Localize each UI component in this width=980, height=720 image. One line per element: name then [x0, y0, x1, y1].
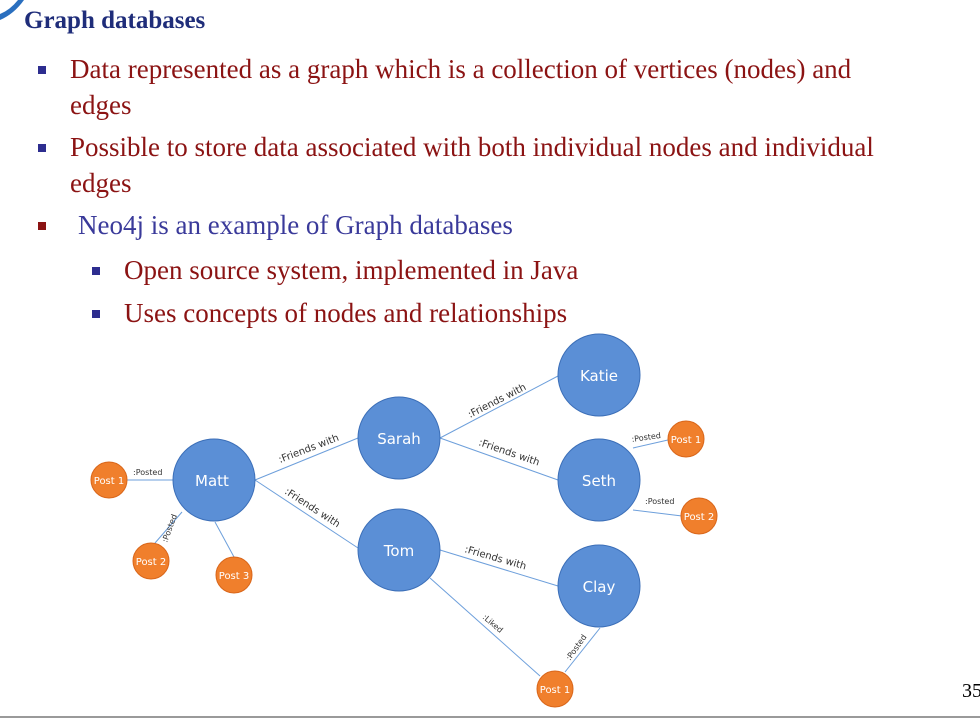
relationship-label: :Friends with [477, 437, 541, 468]
node-label-seth: Seth [582, 472, 616, 490]
node-label-post: Post 1 [540, 685, 570, 696]
node-label-clay: Clay [583, 578, 616, 596]
relationship-label: :Friends with [282, 486, 341, 530]
relationship-label: :Posted [160, 513, 179, 544]
node-label-matt: Matt [195, 472, 229, 490]
node-label-sarah: Sarah [377, 430, 421, 448]
relationship-label: :Friends with [466, 382, 528, 421]
relationship-label: :Liked [481, 613, 505, 635]
edge-matt-post3 [214, 521, 235, 558]
bottom-divider [0, 716, 980, 718]
relationship-label: :Friends with [463, 544, 527, 572]
relationship-label: :Posted [631, 431, 661, 444]
edge-tom-post [429, 577, 541, 677]
node-label-post: Post 1 [671, 435, 701, 446]
edge-matt-tom [254, 479, 359, 549]
relationship-label: :Posted [645, 497, 674, 506]
node-label-post: Post 1 [94, 476, 124, 487]
node-label-katie: Katie [580, 367, 618, 385]
node-label-post: Post 2 [136, 557, 166, 568]
node-label-tom: Tom [383, 542, 414, 560]
page-number: 35 [962, 680, 980, 702]
node-label-post: Post 2 [684, 512, 714, 523]
graph-diagram: :Friends with :Friends with :Friends wit… [90, 333, 718, 708]
relationship-label: :Posted [133, 468, 162, 477]
edge-sarah-katie [439, 375, 559, 439]
node-label-post: Post 3 [219, 571, 249, 582]
edge-seth-post2 [632, 509, 683, 517]
